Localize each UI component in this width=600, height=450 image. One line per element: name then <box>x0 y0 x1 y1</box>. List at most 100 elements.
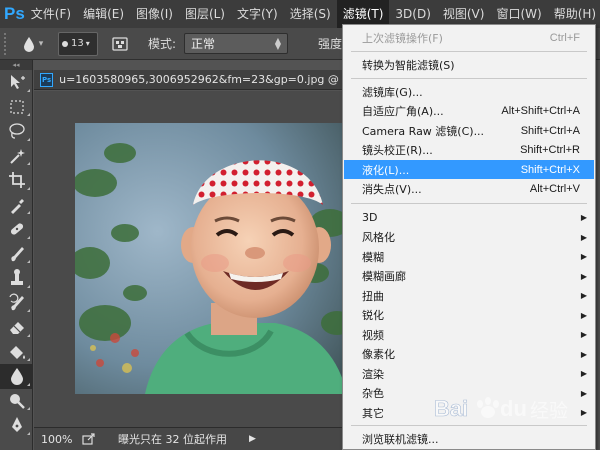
baidu-logo: Bai du 经验 <box>434 396 568 422</box>
tool-blur-tool[interactable] <box>0 364 33 389</box>
menu-item-liquify[interactable]: 液化(L)... Shift+Ctrl+X <box>344 160 594 179</box>
status-info: 曝光只在 32 位起作用 <box>118 433 227 446</box>
document-image[interactable] <box>75 123 350 394</box>
menu-item-last-filter[interactable]: 上次滤镜操作(F) Ctrl+F <box>344 28 594 47</box>
pen-tool-icon <box>11 417 22 433</box>
mode-select[interactable]: 正常 ▲ ▼ <box>184 33 289 54</box>
tool-magic-wand-tool[interactable] <box>0 144 33 169</box>
menu-item-submenu[interactable]: 模糊画廊 ▶ <box>344 267 594 286</box>
submenu-label: 模糊 <box>362 250 384 264</box>
drop-icon <box>23 36 34 52</box>
menu-item-submenu[interactable]: 扭曲 ▶ <box>344 286 594 305</box>
tool-marquee-tool[interactable] <box>0 95 33 120</box>
submenu-label: 像素化 <box>362 348 395 361</box>
submenu-arrow-icon: ▶ <box>580 271 587 281</box>
panel-collapse-handle[interactable]: ◂◂ <box>0 60 32 70</box>
vanishing-point-label: 消失点(V)... <box>362 183 422 196</box>
status-menu-arrow-icon[interactable]: ▶ <box>249 434 256 444</box>
submenu-arrow-icon: ▶ <box>580 252 587 261</box>
history-brush-tool-icon <box>8 293 24 310</box>
share-icon[interactable] <box>82 432 96 446</box>
menu-item-submenu[interactable]: 像素化 ▶ <box>344 345 594 364</box>
menu-file[interactable]: 文件(F) <box>25 0 77 28</box>
menu-item-convert-smart-filter[interactable]: 转换为智能滤镜(S) <box>344 55 594 74</box>
menu-item-adaptive-wide-angle[interactable]: 自适应广角(A)... Alt+Shift+Ctrl+A <box>344 102 594 121</box>
menu-item-camera-raw[interactable]: Camera Raw 滤镜(C)... Shift+Ctrl+A <box>344 121 594 140</box>
tool-healing-brush-tool[interactable] <box>0 217 33 242</box>
tool-group-indicator <box>27 431 30 435</box>
canvas-area[interactable] <box>34 91 350 427</box>
adaptive-wide-label: 自适应广角(A)... <box>362 105 444 118</box>
menu-item-submenu[interactable]: 模糊 ▶ <box>344 247 594 266</box>
eraser-tool-icon <box>9 322 24 335</box>
submenu-label: 锐化 <box>362 309 384 322</box>
tool-brush-tool[interactable] <box>0 242 33 267</box>
submenu-arrow-icon: ▶ <box>580 349 587 359</box>
options-bar-grip[interactable] <box>4 32 10 55</box>
photoshop-logo: Ps <box>4 4 25 23</box>
menu-item-lens-correction[interactable]: 镜头校正(R)... Shift+Ctrl+R <box>344 141 594 160</box>
tool-paint-bucket-tool[interactable] <box>0 340 33 365</box>
tool-group-indicator <box>27 88 30 92</box>
tool-eyedropper-tool[interactable] <box>0 193 33 218</box>
tool-preset-picker[interactable]: ▾ <box>22 33 44 55</box>
menu-edit[interactable]: 编辑(E) <box>77 0 130 28</box>
menu-layer[interactable]: 图层(L) <box>179 0 231 28</box>
menu-divider <box>351 78 587 79</box>
lens-correction-shortcut: Shift+Ctrl+R <box>520 144 580 156</box>
menu-item-submenu[interactable]: 锐化 ▶ <box>344 306 594 325</box>
menu-item-vanishing-point[interactable]: 消失点(V)... Alt+Ctrl+V <box>344 180 594 199</box>
menu-image[interactable]: 图像(I) <box>130 0 179 28</box>
liquify-shortcut: Shift+Ctrl+X <box>520 163 580 176</box>
document-type-icon: Ps <box>40 72 54 87</box>
zoom-level[interactable]: 100% <box>34 433 74 446</box>
tool-lasso-tool[interactable] <box>0 119 33 144</box>
tool-history-brush-tool[interactable] <box>0 291 33 316</box>
tool-move-tool[interactable] <box>0 70 33 95</box>
menu-select[interactable]: 选择(S) <box>284 0 337 28</box>
healing-brush-tool-icon <box>10 223 23 235</box>
last-filter-label: 上次滤镜操作(F) <box>362 31 443 45</box>
menu-item-submenu[interactable]: 3D ▶ <box>344 208 594 227</box>
blur-tool-icon <box>10 368 23 386</box>
status-bar: 100% 曝光只在 32 位起作用 ▶ <box>34 427 350 450</box>
menu-divider <box>351 51 587 52</box>
menu-item-submenu[interactable]: 风格化 ▶ <box>344 228 594 247</box>
submenu-label: 扭曲 <box>362 289 384 303</box>
document-tab[interactable]: Ps u=1603580965,3006952962&fm=23&gp=0.jp… <box>34 70 350 90</box>
brush-panel-button[interactable] <box>110 34 130 54</box>
submenu-label: 其它 <box>362 406 384 420</box>
brush-tip-icon <box>62 40 68 47</box>
submenu-arrow-icon: ▶ <box>580 330 587 339</box>
last-filter-shortcut: Ctrl+F <box>549 31 580 44</box>
svg-text:du: du <box>500 396 527 421</box>
menu-item-submenu[interactable]: 渲染 ▶ <box>344 364 594 383</box>
lens-correction-label: 镜头校正(R)... <box>362 144 433 157</box>
move-tool-icon <box>10 75 25 90</box>
tool-eraser-tool[interactable] <box>0 315 33 340</box>
menu-item-browse-online-filters[interactable]: 浏览联机滤镜... <box>344 429 594 448</box>
tool-clone-stamp-tool[interactable] <box>0 266 33 291</box>
chevron-down-icon: ▾ <box>38 38 44 49</box>
tool-crop-tool[interactable] <box>0 168 33 193</box>
tool-group-indicator <box>27 407 30 410</box>
tool-group-indicator <box>27 260 30 263</box>
menu-item-submenu[interactable]: 视频 ▶ <box>344 325 594 344</box>
tool-group-indicator <box>27 382 30 386</box>
svg-text:Bai: Bai <box>434 396 468 421</box>
camera-raw-shortcut: Shift+Ctrl+A <box>520 124 580 137</box>
tool-group-indicator <box>27 358 30 361</box>
submenu-arrow-icon: ▶ <box>580 408 587 417</box>
brush-size-value: 13 <box>71 38 84 49</box>
menu-type[interactable]: 文字(Y) <box>231 0 284 28</box>
tool-pen-tool[interactable] <box>0 413 33 438</box>
brush-size-picker[interactable]: 13 ▾ <box>58 31 98 56</box>
chevron-down-icon: ▾ <box>85 39 90 48</box>
eyedropper-tool-icon <box>10 198 24 214</box>
tool-dodge-tool[interactable] <box>0 389 33 414</box>
camera-raw-label: Camera Raw 滤镜(C)... <box>362 124 485 138</box>
liquify-label: 液化(L)... <box>362 163 410 177</box>
submenu-arrow-icon: ▶ <box>580 291 587 300</box>
tool-group-indicator <box>27 113 30 116</box>
menu-item-filter-gallery[interactable]: 滤镜库(G)... <box>344 82 594 101</box>
